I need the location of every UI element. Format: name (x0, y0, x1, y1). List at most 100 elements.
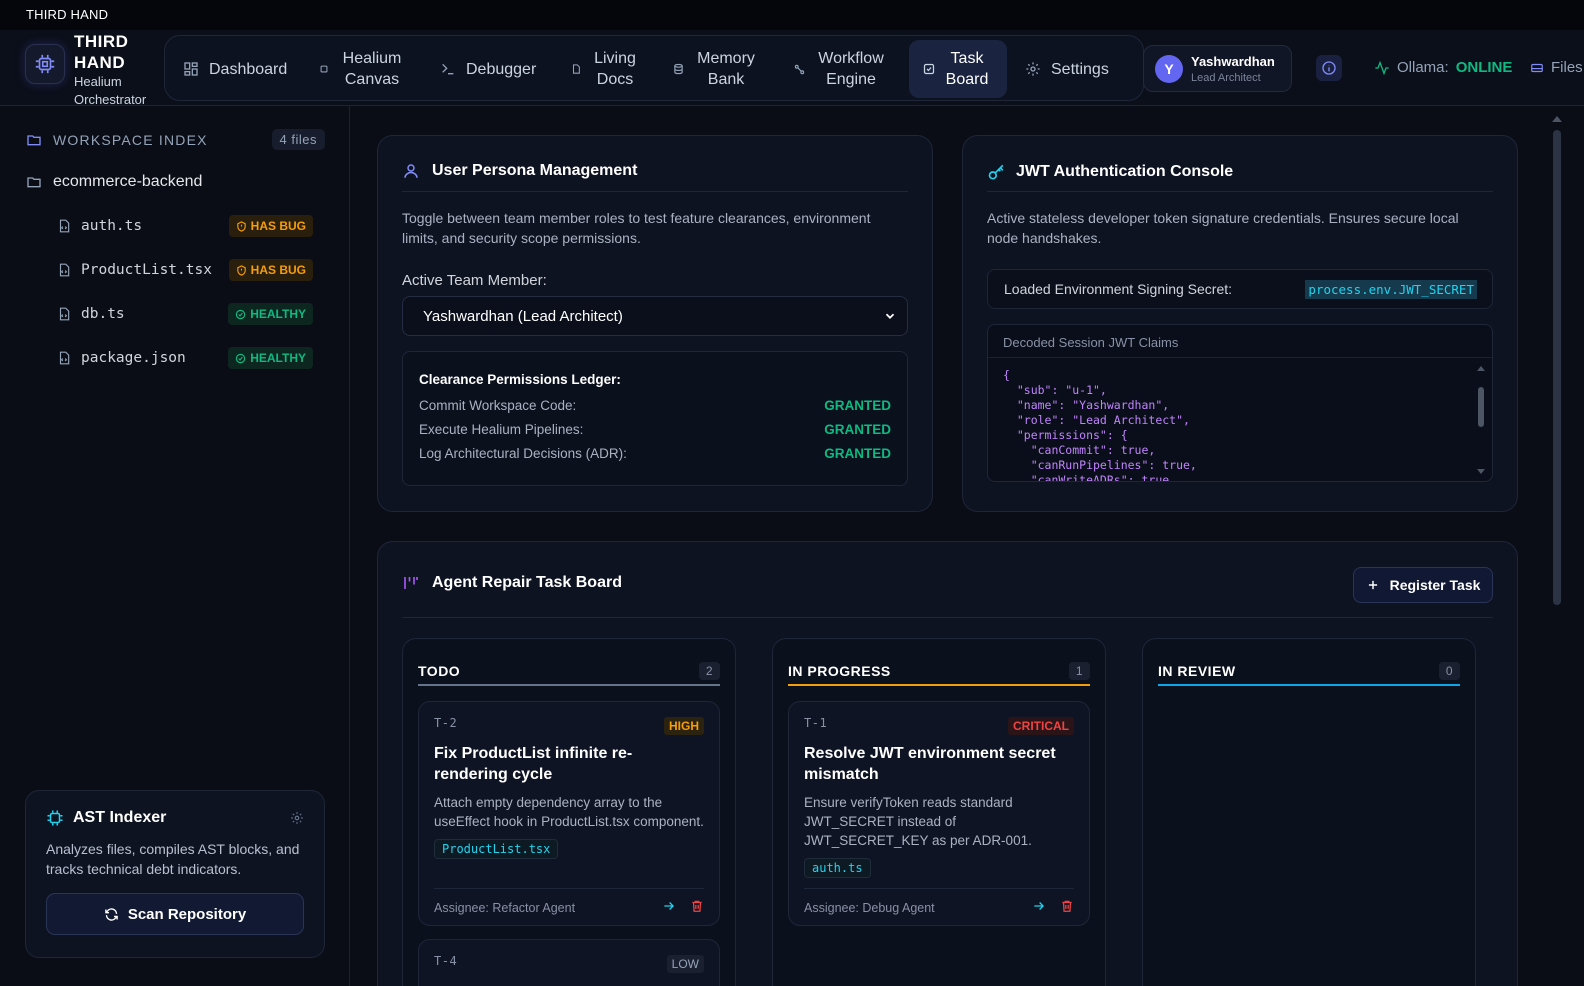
jwt-title: JWT Authentication Console (1016, 163, 1234, 180)
project-name: ecommerce-backend (53, 173, 203, 190)
user-name: Yashwardhan (1191, 53, 1275, 69)
file-name: db.ts (81, 306, 125, 322)
files-status: Files: (1530, 59, 1584, 76)
user-profile-chip[interactable]: Y Yashwardhan Lead Architect (1143, 45, 1292, 92)
persona-title: User Persona Management (432, 162, 638, 179)
task-assignee: Assignee: Debug Agent (804, 901, 935, 915)
tab-label: Dashboard (209, 60, 288, 78)
tab-task-board[interactable]: Task Board (909, 40, 1007, 98)
tab-living-docs[interactable]: Living Docs (571, 40, 651, 98)
dashboard-icon (183, 61, 199, 77)
page-scrollbar[interactable] (1550, 110, 1564, 980)
selected-member: Yashwardhan (Lead Architect) (423, 307, 623, 325)
tab-memory-bank[interactable]: Memory Bank (673, 40, 773, 98)
tab-dashboard[interactable]: Dashboard (183, 40, 303, 98)
permission-row: Log Architectural Decisions (ADR): GRANTE… (419, 446, 891, 461)
shield-alert-icon (236, 264, 246, 276)
tab-label: Memory Bank (697, 50, 755, 88)
check-circle-icon (236, 309, 246, 319)
move-arrow-icon[interactable] (662, 899, 676, 913)
priority-badge: HIGH (664, 717, 704, 735)
task-title: Fix ProductList infinite re-rendering cy… (434, 745, 633, 783)
file-tag[interactable]: auth.ts (804, 858, 871, 878)
file-name: auth.ts (81, 218, 143, 234)
claims-header: Decoded Session JWT Claims (988, 325, 1492, 358)
claims-scrollbar[interactable] (1476, 365, 1486, 475)
team-member-label: Active Team Member: (402, 272, 547, 289)
main-content: User Persona Management Toggle between t… (350, 106, 1568, 986)
avatar: Y (1155, 54, 1183, 83)
refresh-icon (105, 907, 118, 921)
secret-value[interactable]: process.env.JWT_SECRET (1305, 279, 1477, 299)
tab-label: Living Docs (594, 50, 636, 88)
column-count: 2 (698, 662, 720, 680)
tab-label: Healium Canvas (342, 50, 402, 88)
healthy-badge: HEALTHY (228, 347, 313, 369)
secret-label: Loaded Environment Signing Secret: (1004, 281, 1233, 297)
task-assignee: Assignee: Refactor Agent (434, 901, 576, 915)
task-card-t1[interactable]: T-1 CRITICAL Resolve JWT environment sec… (788, 701, 1090, 926)
file-name: package.json (81, 350, 186, 366)
permission-row: Execute Healium Pipelines: GRANTED (419, 422, 891, 437)
gear-icon (1025, 61, 1041, 77)
window-title: THIRD HAND (0, 0, 1584, 30)
file-item-auth[interactable]: auth.ts HAS BUG (57, 214, 313, 238)
task-description: Attach empty dependency array to the use… (434, 795, 704, 829)
chip-logo-icon (25, 44, 65, 84)
info-button[interactable] (1316, 55, 1342, 81)
shield-alert-icon (236, 220, 246, 232)
file-tag[interactable]: ProductList.tsx (434, 839, 559, 859)
task-card-t4[interactable]: T-4 LOW (418, 939, 720, 986)
persona-description: Toggle between team member roles to test… (402, 210, 871, 246)
priority-badge: CRITICAL (1008, 717, 1074, 735)
brand[interactable]: THIRD HAND Healium Orchestrator (25, 32, 164, 109)
workspace-header: WORKSPACE INDEX 4 files (25, 129, 325, 150)
column-todo: TODO 2 T-2 HIGH Fix ProductList infinite … (402, 638, 736, 986)
bug-badge: HAS BUG (228, 215, 313, 237)
doc-icon (571, 63, 581, 75)
healthy-badge: HEALTHY (228, 303, 313, 325)
task-card-t2[interactable]: T-2 HIGH Fix ProductList infinite re-ren… (418, 701, 720, 926)
status-value: ONLINE (1455, 59, 1513, 76)
gear-icon[interactable] (290, 811, 304, 825)
permissions-ledger: Clearance Permissions Ledger: Commit Wor… (402, 351, 908, 486)
column-in-progress: IN PROGRESS 1 T-1 CRITICAL Resolve JWT en… (772, 638, 1106, 986)
file-item-package-json[interactable]: package.json HEALTHY (57, 346, 313, 370)
file-item-db[interactable]: db.ts HEALTHY (57, 302, 313, 326)
top-navigation: THIRD HAND Healium Orchestrator Dashboar… (0, 30, 1584, 109)
drive-icon (1531, 63, 1543, 72)
project-folder[interactable]: ecommerce-backend (25, 173, 202, 191)
register-task-button[interactable]: Register Task (1353, 567, 1493, 603)
tab-healium-canvas[interactable]: Healium Canvas (319, 40, 409, 98)
move-arrow-icon[interactable] (1032, 899, 1046, 913)
trash-icon[interactable] (1060, 899, 1074, 913)
file-item-productlist[interactable]: ProductList.tsx HAS BUG (57, 258, 313, 282)
brand-subtitle: Healium Orchestrator (74, 74, 147, 107)
jwt-panel: JWT Authentication Console Active statel… (962, 135, 1518, 512)
tab-settings[interactable]: Settings (1025, 40, 1125, 98)
nav-tabs: Dashboard Healium Canvas Debugger Living… (164, 35, 1144, 101)
team-member-select[interactable]: Yashwardhan (Lead Architect) (402, 296, 908, 336)
activity-icon (1375, 60, 1389, 75)
file-code-icon (59, 307, 70, 321)
status-label: Ollama: (1397, 59, 1449, 76)
brand-title: THIRD HAND (74, 32, 129, 72)
database-icon (673, 63, 684, 75)
task-icon (923, 63, 935, 75)
claims-json: { "sub": "u-1", "name": "Yashwardhan", "… (1003, 368, 1197, 482)
scan-repository-button[interactable]: Scan Repository (46, 893, 304, 935)
tab-workflow-engine[interactable]: Workflow Engine (794, 40, 894, 98)
trash-icon[interactable] (690, 899, 704, 913)
ast-description: Analyzes files, compiles AST blocks, and… (46, 841, 300, 877)
files-label: Files: (1551, 59, 1584, 76)
workspace-title: WORKSPACE INDEX (53, 132, 208, 148)
task-title: Resolve JWT environment secret mismatch (804, 745, 1056, 783)
tab-debugger[interactable]: Debugger (440, 40, 550, 98)
tab-label: Task Board (945, 50, 989, 88)
cpu-icon (47, 810, 63, 826)
jwt-claims-box[interactable]: Decoded Session JWT Claims { "sub": "u-1… (987, 324, 1493, 482)
ast-title: AST Indexer (73, 809, 167, 826)
info-icon (1322, 61, 1336, 75)
file-code-icon (59, 263, 70, 277)
column-in-review: IN REVIEW 0 (1142, 638, 1476, 986)
